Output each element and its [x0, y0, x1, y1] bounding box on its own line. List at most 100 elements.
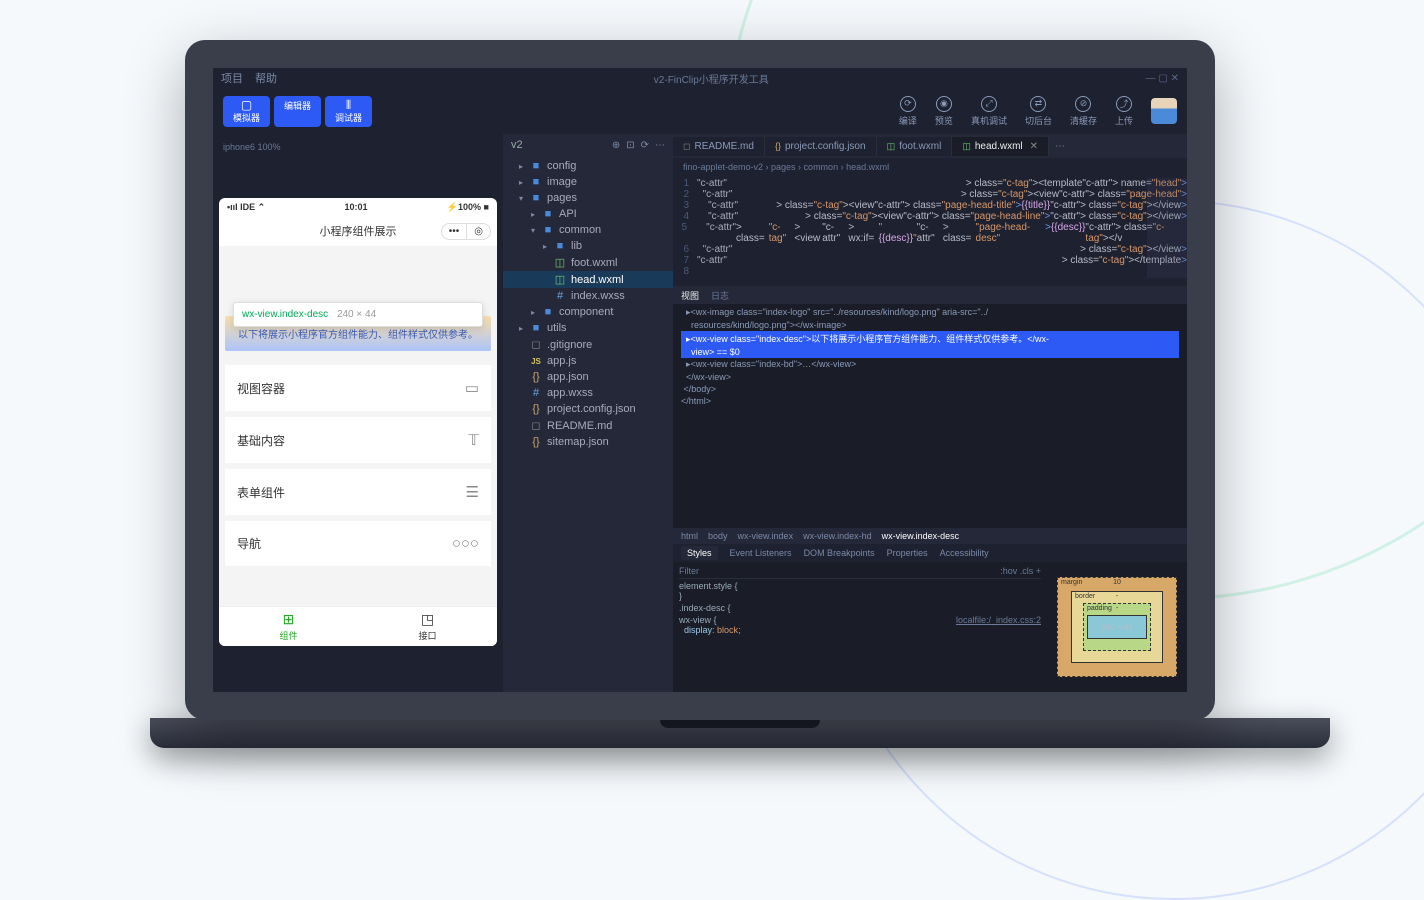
- element-node[interactable]: </body>: [681, 383, 1179, 395]
- code-line[interactable]: 3 "c-attr"> class="c-tag"><view"c-attr">…: [673, 200, 1187, 211]
- editor-panel: ◻README.md{}project.config.json◫foot.wxm…: [673, 134, 1187, 692]
- tree-header-icon[interactable]: ⊡: [626, 140, 634, 151]
- element-node[interactable]: </wx-view>: [681, 371, 1179, 383]
- editor-tab[interactable]: ◻README.md: [673, 137, 765, 156]
- editor-tab[interactable]: ◫head.wxml✕: [952, 137, 1049, 156]
- element-crumb[interactable]: body: [708, 531, 728, 541]
- code-line[interactable]: 1"c-attr"> class="c-tag"><template"c-att…: [673, 178, 1187, 189]
- styles-subtab[interactable]: Event Listeners: [730, 548, 792, 558]
- editor-tabs: ◻README.md{}project.config.json◫foot.wxm…: [673, 134, 1187, 158]
- component-list-item[interactable]: 表单组件☰: [225, 469, 491, 515]
- code-editor[interactable]: 1"c-attr"> class="c-tag"><template"c-att…: [673, 176, 1187, 286]
- tree-node[interactable]: {}project.config.json: [503, 401, 673, 417]
- tree-node[interactable]: #app.wxss: [503, 385, 673, 401]
- elements-tree[interactable]: ▸<wx-image class="index-logo" src="../re…: [673, 304, 1187, 528]
- toolbar: ▢模拟器编辑器⫴调试器 ⟳编译 ◉预览 ⤢真机调试 ⇄切后台 ⊘清缓存 ⤴上传: [213, 88, 1187, 134]
- tree-node[interactable]: ▾■common: [503, 222, 673, 238]
- tree-node[interactable]: ◫foot.wxml: [503, 254, 673, 271]
- sim-tab[interactable]: ◳接口: [358, 607, 497, 646]
- element-crumb[interactable]: wx-view.index-hd: [803, 531, 872, 541]
- tree-node[interactable]: ▸■config: [503, 158, 673, 174]
- close-icon[interactable]: ✕: [1030, 141, 1038, 152]
- tree-node[interactable]: ▸■API: [503, 206, 673, 222]
- capsule-button[interactable]: ••• ◎: [441, 223, 491, 240]
- tree-header-icon[interactable]: ⟳: [641, 140, 649, 151]
- editor-tab[interactable]: {}project.config.json: [765, 137, 877, 156]
- element-node[interactable]: </html>: [681, 395, 1179, 407]
- toolbar-pill[interactable]: ▢模拟器: [223, 96, 270, 127]
- styles-pane[interactable]: Filter :hov .cls + element.style {} .inde…: [673, 562, 1047, 692]
- box-model: margin10 border- padding- 240 × 44: [1047, 562, 1187, 692]
- tree-header-icon[interactable]: ⊕: [612, 140, 620, 151]
- window-title: v2-FinClip小程序开发工具: [277, 71, 1146, 86]
- sim-tab[interactable]: ⊞组件: [219, 607, 358, 646]
- ide-root: 项目帮助 v2-FinClip小程序开发工具 — ▢ ✕ ▢模拟器编辑器⫴调试器…: [213, 68, 1187, 692]
- css-rule[interactable]: element.style {}: [679, 581, 1041, 601]
- styles-tabs[interactable]: Styles Event Listeners DOM Breakpoints Prop…: [673, 544, 1187, 562]
- element-node[interactable]: ▸<wx-image class="index-logo" src="../re…: [681, 306, 1179, 319]
- toolbar-action[interactable]: ⤢真机调试: [971, 96, 1007, 127]
- tree-node[interactable]: {}sitemap.json: [503, 434, 673, 450]
- toolbar-pill[interactable]: 编辑器: [274, 96, 321, 127]
- page-title: 小程序组件展示: [320, 223, 397, 239]
- element-node[interactable]: ▸<wx-view class="index-desc">以下将展示小程序官方组…: [681, 331, 1179, 346]
- breadcrumb[interactable]: fino-applet-demo-v2 › pages › common › h…: [673, 158, 1187, 176]
- window-controls[interactable]: — ▢ ✕: [1146, 73, 1179, 84]
- component-list-item[interactable]: 基础内容𝕋: [225, 417, 491, 463]
- component-list-item[interactable]: 导航○○○: [225, 521, 491, 566]
- tree-node[interactable]: {}app.json: [503, 369, 673, 385]
- styles-subtab[interactable]: Styles: [681, 546, 718, 560]
- tree-node[interactable]: ▸■utils: [503, 320, 673, 336]
- tree-node[interactable]: ▾■pages: [503, 190, 673, 206]
- element-node[interactable]: ▸<wx-view class="index-bd">…</wx-view>: [681, 358, 1179, 371]
- element-crumb[interactable]: wx-view.index: [738, 531, 794, 541]
- tree-node[interactable]: ◻.gitignore: [503, 336, 673, 353]
- menu-item[interactable]: 项目: [221, 70, 243, 86]
- code-line[interactable]: 6 "c-attr"> class="c-tag"></view>: [673, 244, 1187, 255]
- toolbar-action[interactable]: ⤴上传: [1115, 96, 1133, 127]
- elements-crumbs[interactable]: html body wx-view.index wx-view.index-hd wx-…: [673, 528, 1187, 544]
- styles-subtab[interactable]: Accessibility: [940, 548, 989, 558]
- code-line[interactable]: 7"c-attr"> class="c-tag"></template>: [673, 255, 1187, 266]
- devtools: 视图日志 ▸<wx-image class="index-logo" src="…: [673, 286, 1187, 692]
- code-line[interactable]: 4 "c-attr"> class="c-tag"><view"c-attr">…: [673, 211, 1187, 222]
- tree-node[interactable]: ▸■image: [503, 174, 673, 190]
- element-crumb[interactable]: wx-view.index-desc: [882, 531, 960, 541]
- simulator-panel: iphone6 100% •ııl IDE ⌃ 10:01 ⚡100% ■ 小程…: [213, 134, 503, 692]
- editor-tab[interactable]: ◫foot.wxml: [877, 137, 953, 156]
- box-content: 240 × 44: [1087, 615, 1147, 639]
- devtools-tab[interactable]: 日志: [711, 289, 729, 302]
- element-node[interactable]: view> == $0: [681, 346, 1179, 358]
- css-rule[interactable]: .index-desc {</span></div><div>&nbsp;&nb…: [679, 603, 1041, 613]
- more-tabs-icon[interactable]: ⋯: [1049, 141, 1071, 152]
- toolbar-action[interactable]: ⇄切后台: [1025, 96, 1052, 127]
- tree-node[interactable]: ▸■component: [503, 304, 673, 320]
- tree-node[interactable]: ◫head.wxml: [503, 271, 673, 288]
- devtools-tab[interactable]: 视图: [681, 289, 699, 302]
- styles-subtab[interactable]: DOM Breakpoints: [804, 548, 875, 558]
- tree-node[interactable]: ▸■lib: [503, 238, 673, 254]
- css-rule[interactable]: wx-view {localfile:/_index.css:2 display…: [679, 615, 1041, 635]
- devtools-top-tabs[interactable]: 视图日志: [673, 286, 1187, 304]
- styles-subtab[interactable]: Properties: [887, 548, 928, 558]
- toolbar-pill[interactable]: ⫴调试器: [325, 96, 372, 127]
- minimap[interactable]: [1147, 178, 1187, 278]
- toolbar-action[interactable]: ◉预览: [935, 96, 953, 127]
- toolbar-action[interactable]: ⟳编译: [899, 96, 917, 127]
- tree-node[interactable]: ◻README.md: [503, 417, 673, 434]
- code-line[interactable]: 8: [673, 266, 1187, 277]
- filter-label[interactable]: Filter: [679, 566, 699, 576]
- tree-node[interactable]: JSapp.js: [503, 353, 673, 369]
- toolbar-action[interactable]: ⊘清缓存: [1070, 96, 1097, 127]
- tree-header-icon[interactable]: ⋯: [655, 140, 665, 151]
- element-node[interactable]: resources/kind/logo.png"></wx-image>: [681, 319, 1179, 331]
- code-line[interactable]: 5 "c-attr"> class="c-tag"><view"c-attr">…: [673, 222, 1187, 244]
- laptop-frame: 项目帮助 v2-FinClip小程序开发工具 — ▢ ✕ ▢模拟器编辑器⫴调试器…: [150, 40, 1250, 810]
- component-list-item[interactable]: 视图容器▭: [225, 365, 491, 411]
- avatar[interactable]: [1151, 98, 1177, 124]
- element-crumb[interactable]: html: [681, 531, 698, 541]
- filter-actions[interactable]: :hov .cls +: [1000, 566, 1041, 576]
- code-line[interactable]: 2 "c-attr"> class="c-tag"><view"c-attr">…: [673, 189, 1187, 200]
- menu-item[interactable]: 帮助: [255, 70, 277, 86]
- tree-node[interactable]: #index.wxss: [503, 288, 673, 304]
